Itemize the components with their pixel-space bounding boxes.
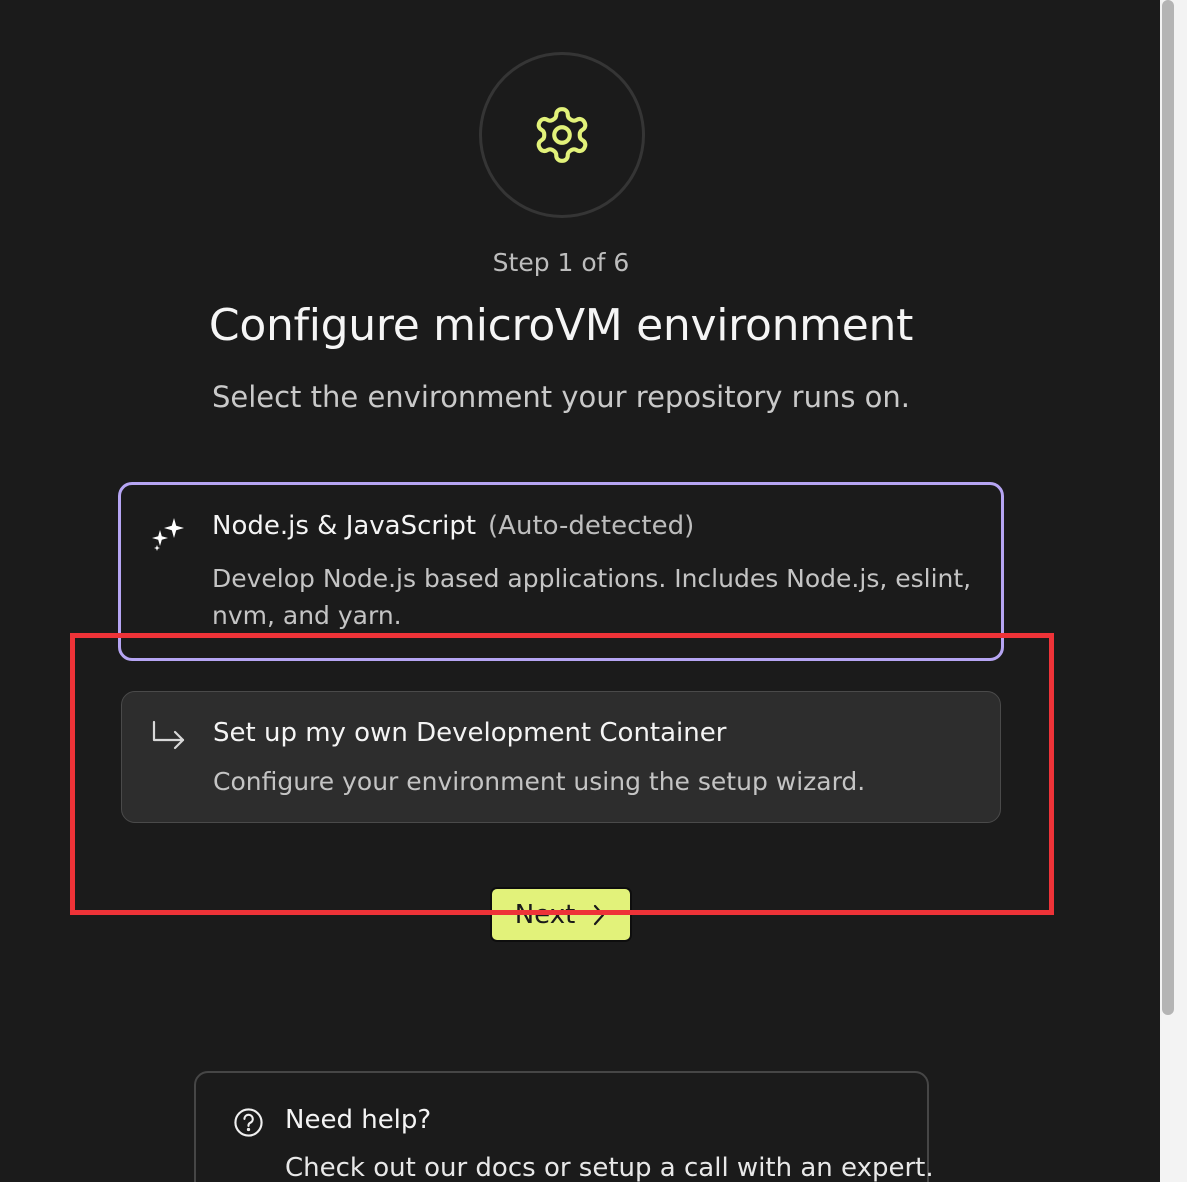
page: Step 1 of 6 Configure microVM environmen… — [0, 0, 1187, 1182]
page-title: Configure microVM environment — [208, 300, 914, 351]
gear-badge — [479, 52, 645, 218]
option-custom-container-card[interactable]: Set up my own Development Container Conf… — [121, 691, 1001, 823]
scrollbar-thumb[interactable] — [1162, 0, 1174, 1015]
main-panel: Step 1 of 6 Configure microVM environmen… — [0, 0, 1160, 1182]
option-nodejs-title: Node.js & JavaScript — [212, 511, 477, 541]
step-indicator: Step 1 of 6 — [492, 248, 630, 277]
next-button-label: Next — [514, 899, 576, 930]
question-circle-icon — [234, 1108, 263, 1137]
option-nodejs-card[interactable]: Node.js & JavaScript (Auto-detected) Deve… — [118, 482, 1004, 661]
option-custom-description: Configure your environment using the set… — [213, 767, 866, 796]
auto-detected-badge: (Auto-detected) — [488, 511, 695, 541]
option-custom-title: Set up my own Development Container — [213, 718, 727, 748]
page-subtitle: Select the environment your repository r… — [211, 380, 911, 414]
gear-icon — [536, 107, 588, 163]
sparkles-icon — [152, 518, 184, 551]
option-nodejs-title-row: Node.js & JavaScript (Auto-detected) — [212, 511, 694, 541]
arrow-return-right-icon — [152, 720, 185, 750]
help-card[interactable]: Need help? Check out our docs or setup a… — [194, 1071, 934, 1182]
help-title: Need help? — [285, 1105, 432, 1135]
help-description: Check out our docs or setup a call with … — [285, 1153, 934, 1182]
next-button[interactable]: Next — [490, 887, 632, 942]
option-nodejs-description: Develop Node.js based applications. Incl… — [212, 564, 972, 630]
chevron-right-icon — [594, 904, 605, 925]
